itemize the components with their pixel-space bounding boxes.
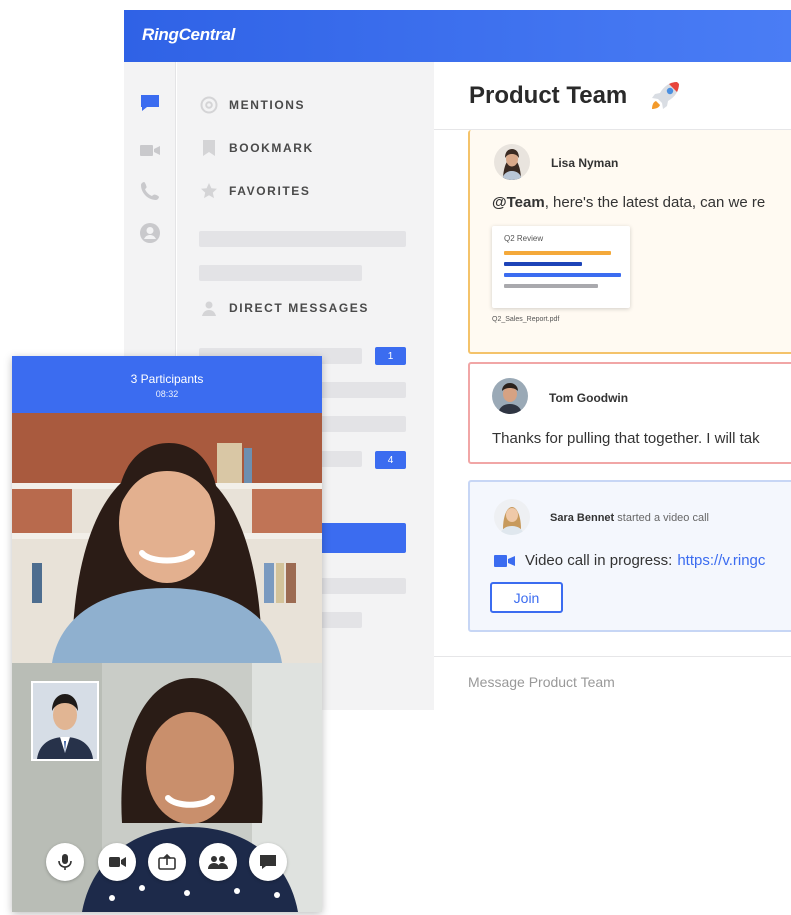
preview-bar [504, 284, 598, 288]
avatar [494, 499, 530, 535]
video-icon[interactable] [139, 139, 161, 161]
file-name[interactable]: Q2_Sales_Report.pdf [492, 316, 559, 323]
contacts-icon[interactable] [139, 222, 161, 244]
phone-icon[interactable] [139, 180, 161, 202]
file-preview-title: Q2 Review [504, 234, 544, 243]
video-camera-icon [494, 554, 515, 567]
participant-count: 3 Participants [130, 372, 204, 386]
message-author: Lisa Nyman [551, 156, 619, 170]
avatar [494, 144, 530, 180]
person-icon [199, 299, 219, 317]
sidebar-item-favorites[interactable]: FAVORITES [199, 181, 311, 201]
mention-tag[interactable]: @Team [492, 194, 545, 211]
camera-icon[interactable] [98, 843, 136, 881]
preview-bar [504, 273, 621, 277]
join-button[interactable]: Join [490, 582, 563, 613]
sidebar-item-bookmark[interactable]: BOOKMARK [199, 138, 314, 158]
microphone-icon[interactable] [46, 843, 84, 881]
chat-icon[interactable] [249, 843, 287, 881]
file-attachment[interactable]: Q2 Review [492, 226, 630, 308]
list-item[interactable] [199, 265, 362, 281]
message-text: Thanks for pulling that together. I will… [492, 430, 760, 447]
unread-badge: 1 [375, 347, 406, 365]
call-controls [12, 843, 322, 889]
video-call-link[interactable]: https://v.ringc [677, 552, 765, 569]
sidebar-item-mentions[interactable]: MENTIONS [199, 95, 305, 115]
share-screen-icon[interactable] [148, 843, 186, 881]
video-call-status: Video call in progress: https://v.ringc [494, 552, 765, 569]
avatar [492, 378, 528, 414]
preview-bar [504, 251, 611, 255]
message-card-highlight[interactable]: Lisa Nyman @Team, here's the latest data… [468, 130, 791, 354]
call-timer: 08:32 [155, 389, 179, 399]
message-card-alert[interactable]: Tom Goodwin Thanks for pulling that toge… [468, 362, 791, 464]
sidebar-item-label: BOOKMARK [229, 141, 314, 155]
top-bar: RingCentral [124, 10, 791, 62]
call-header: 3 Participants 08:32 [12, 356, 322, 413]
message-author: Sara Bennet started a video call [550, 512, 709, 524]
at-icon [199, 96, 219, 114]
composer-divider [434, 656, 791, 657]
message-author: Tom Goodwin [549, 391, 629, 405]
list-item[interactable] [199, 231, 406, 247]
message-text: @Team, here's the latest data, can we re [492, 194, 766, 211]
page-title: Product Team [469, 82, 628, 109]
conversation-pane: Product Team Lisa Nyman @Team, here's th… [434, 62, 791, 710]
message-card-video-call[interactable]: Sara Bennet started a video call Video c… [468, 480, 791, 632]
self-view-thumbnail[interactable] [31, 681, 99, 761]
video-call-window: 3 Participants 08:32 [12, 356, 322, 912]
conversation-header: Product Team [434, 62, 791, 130]
star-icon [199, 182, 219, 200]
unread-badge: 4 [375, 451, 406, 469]
participant-video-tile [12, 413, 322, 663]
rocket-icon [647, 78, 683, 119]
sidebar-item-label: DIRECT MESSAGES [229, 301, 370, 315]
participants-icon[interactable] [199, 843, 237, 881]
sidebar-section-direct-messages[interactable]: DIRECT MESSAGES [199, 298, 369, 318]
brand-logo: RingCentral [142, 25, 236, 44]
preview-bar [504, 262, 582, 266]
message-input[interactable] [468, 674, 778, 690]
message-icon[interactable] [139, 92, 161, 114]
sidebar-item-label: FAVORITES [229, 184, 311, 198]
sidebar-item-label: MENTIONS [229, 98, 306, 112]
bookmark-icon [199, 139, 219, 157]
